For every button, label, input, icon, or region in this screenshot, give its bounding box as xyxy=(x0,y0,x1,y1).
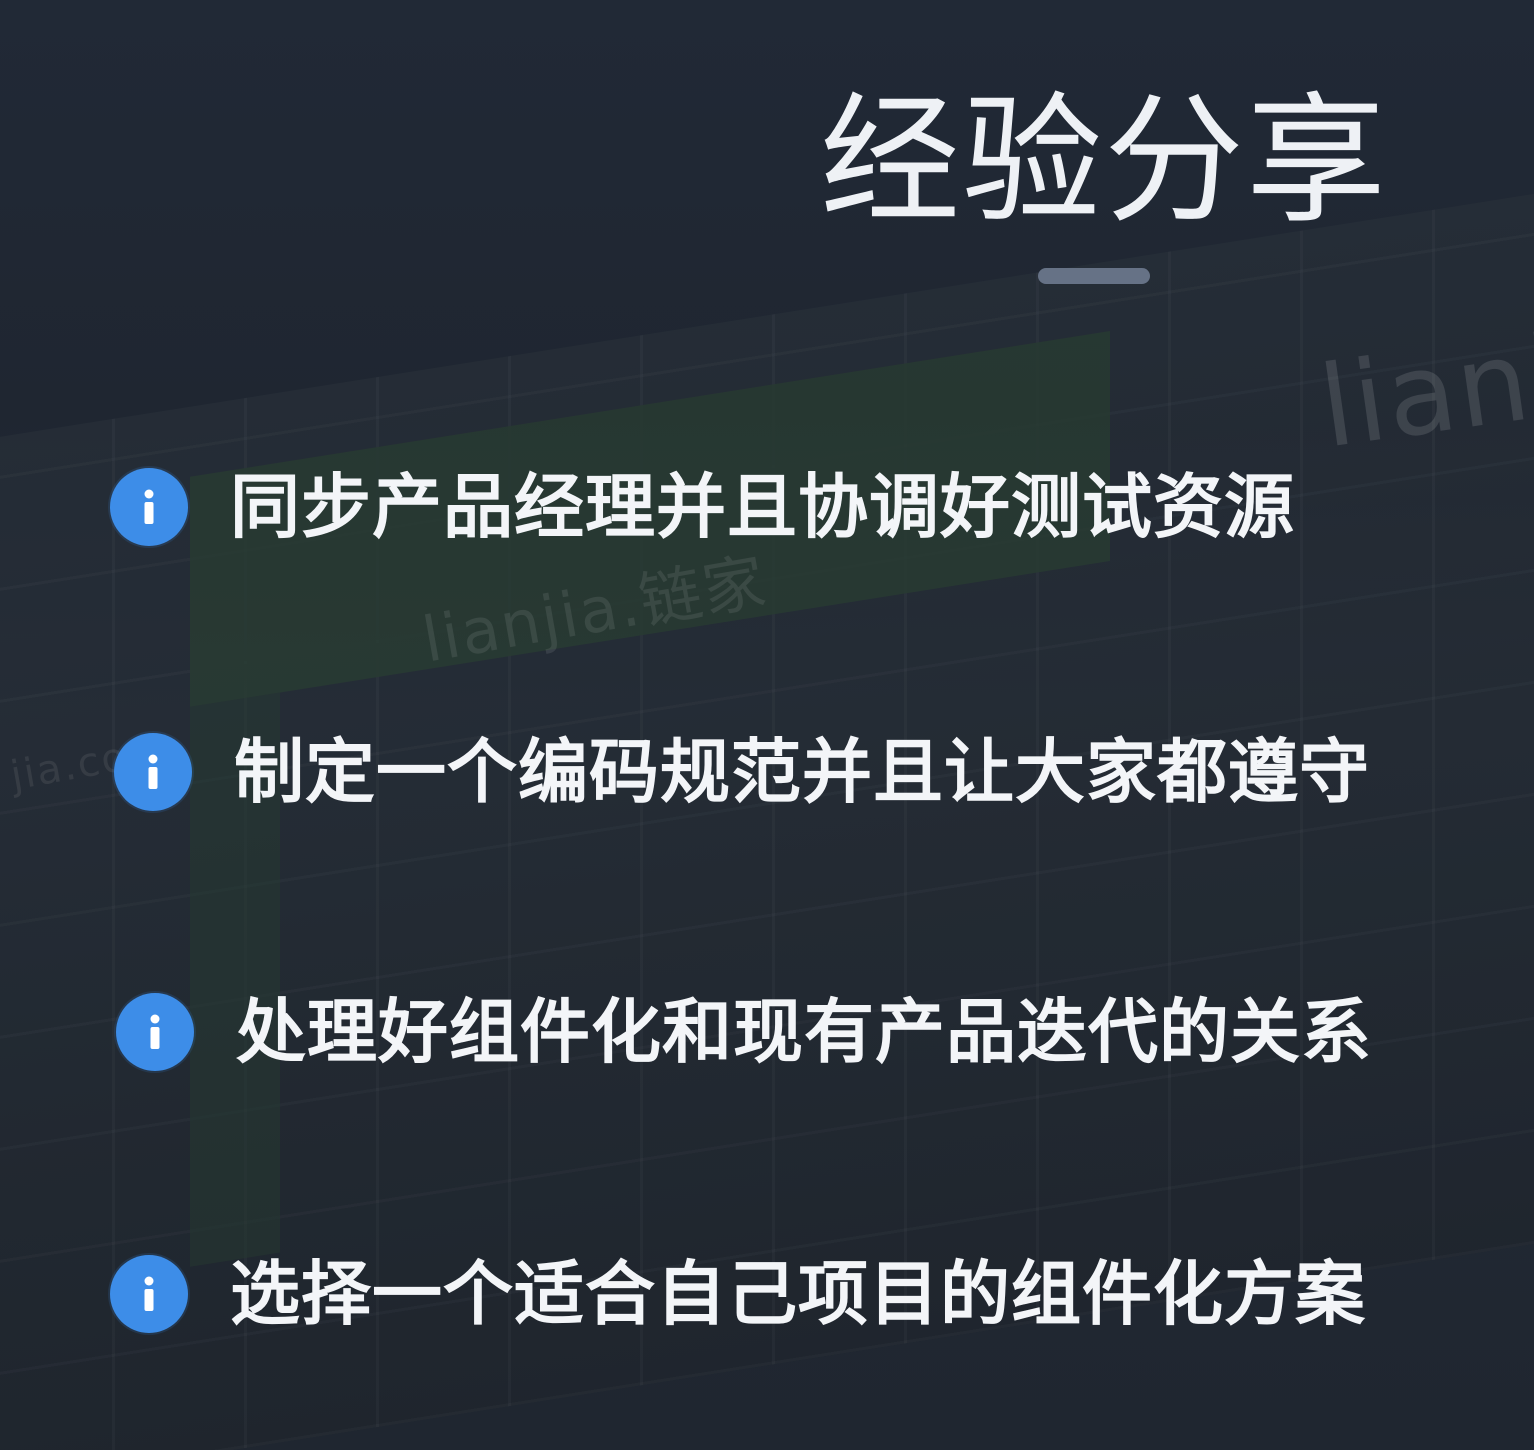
slide-content: 经验分享 同步产品经理并且协调好测试资源 制定一个编码规范并且让大家都遵守 处理… xyxy=(0,0,1534,1450)
list-item-text: 处理好组件化和现有产品迭代的关系 xyxy=(236,991,1372,1073)
info-icon xyxy=(114,733,192,811)
info-icon xyxy=(110,468,188,546)
slide-title: 经验分享 xyxy=(820,80,1389,243)
list-item-text: 选择一个适合自己项目的组件化方案 xyxy=(230,1253,1366,1335)
list-item: 处理好组件化和现有产品迭代的关系 xyxy=(116,993,1372,1071)
list-item: 选择一个适合自己项目的组件化方案 xyxy=(110,1255,1366,1333)
list-item: 同步产品经理并且协调好测试资源 xyxy=(110,468,1295,546)
list-item-text: 制定一个编码规范并且让大家都遵守 xyxy=(234,731,1370,813)
title-underline xyxy=(1038,268,1150,284)
list-item: 制定一个编码规范并且让大家都遵守 xyxy=(114,733,1370,811)
list-item-text: 同步产品经理并且协调好测试资源 xyxy=(230,466,1295,548)
info-icon xyxy=(116,993,194,1071)
info-icon xyxy=(110,1255,188,1333)
